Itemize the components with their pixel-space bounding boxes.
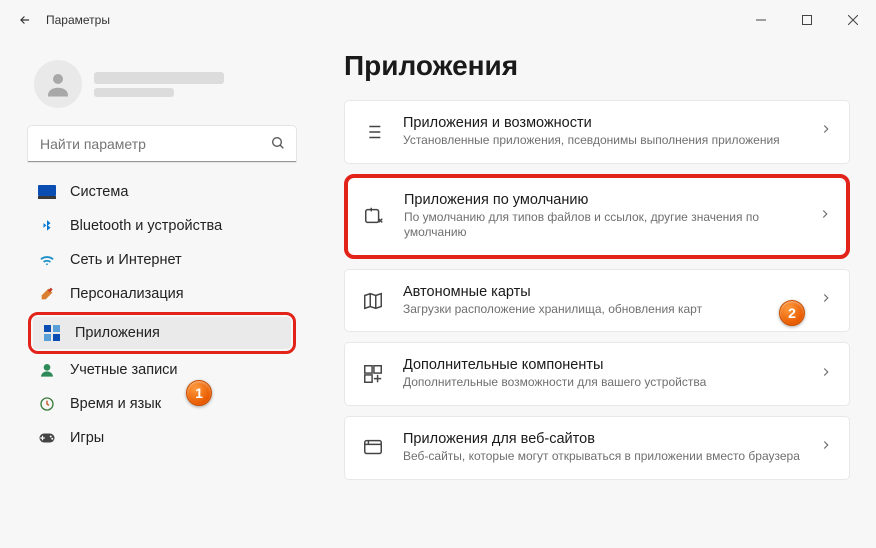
sidebar-item-label: Сеть и Интернет: [70, 252, 182, 268]
paintbrush-icon: [38, 286, 56, 302]
card-desc: По умолчанию для типов файлов и ссылок, …: [404, 210, 800, 241]
sidebar-item-time-language[interactable]: Время и язык: [28, 388, 296, 420]
sidebar-item-network[interactable]: Сеть и Интернет: [28, 244, 296, 276]
components-icon: [361, 363, 385, 385]
sidebar-item-label: Приложения: [75, 325, 160, 341]
user-email-redacted: [94, 88, 174, 97]
sidebar-item-label: Персонализация: [70, 286, 184, 302]
card-default-apps[interactable]: Приложения по умолчанию По умолчанию для…: [344, 174, 850, 259]
sidebar-item-games[interactable]: Игры: [28, 422, 296, 454]
accounts-icon: [38, 362, 56, 378]
sidebar-item-label: Игры: [70, 430, 104, 446]
window-controls: [738, 4, 876, 36]
sidebar-item-system[interactable]: Система: [28, 176, 296, 208]
chevron-right-icon: [819, 365, 833, 384]
sidebar-item-bluetooth[interactable]: Bluetooth и устройства: [28, 210, 296, 242]
back-icon[interactable]: [18, 13, 32, 27]
minimize-button[interactable]: [738, 4, 784, 36]
card-desc: Установленные приложения, псевдонимы вып…: [403, 133, 801, 149]
search-box[interactable]: [28, 126, 296, 162]
main-content: Приложения Приложения и возможности Уста…: [308, 40, 876, 548]
card-title: Приложения для веб-сайтов: [403, 431, 801, 447]
list-icon: [361, 121, 385, 143]
system-icon: [38, 185, 56, 199]
user-account-header[interactable]: [28, 50, 296, 126]
wifi-icon: [38, 253, 56, 267]
gamepad-icon: [38, 431, 56, 445]
maximize-button[interactable]: [784, 4, 830, 36]
card-optional-features[interactable]: Дополнительные компоненты Дополнительные…: [344, 342, 850, 406]
window-title: Параметры: [46, 13, 110, 27]
nav-list: Система Bluetooth и устройства Сеть и Ин…: [28, 176, 296, 310]
close-button[interactable]: [830, 4, 876, 36]
websites-icon: [361, 437, 385, 459]
annotation-badge-2: 2: [779, 300, 805, 326]
sidebar: Система Bluetooth и устройства Сеть и Ин…: [0, 40, 308, 548]
card-desc: Загрузки расположение хранилища, обновле…: [403, 302, 801, 318]
sidebar-item-personalization[interactable]: Персонализация: [28, 278, 296, 310]
sidebar-item-label: Время и язык: [70, 396, 161, 412]
titlebar: Параметры: [0, 0, 876, 40]
chevron-right-icon: [819, 291, 833, 310]
sidebar-item-label: Учетные записи: [70, 362, 178, 378]
time-icon: [38, 396, 56, 412]
page-title: Приложения: [344, 50, 850, 82]
card-apps-features[interactable]: Приложения и возможности Установленные п…: [344, 100, 850, 164]
bluetooth-icon: [38, 218, 56, 234]
sidebar-item-accounts[interactable]: Учетные записи: [28, 354, 296, 386]
search-icon: [270, 135, 286, 156]
settings-window: Параметры: [0, 0, 876, 548]
default-apps-icon: [362, 205, 386, 227]
card-title: Приложения и возможности: [403, 115, 801, 131]
user-name-redacted: [94, 72, 224, 84]
chevron-right-icon: [819, 438, 833, 457]
card-apps-for-websites[interactable]: Приложения для веб-сайтов Веб-сайты, кот…: [344, 416, 850, 480]
sidebar-item-apps[interactable]: Приложения: [33, 317, 291, 349]
card-offline-maps[interactable]: Автономные карты Загрузки расположение х…: [344, 269, 850, 333]
chevron-right-icon: [819, 122, 833, 141]
apps-icon: [43, 325, 61, 341]
card-desc: Дополнительные возможности для вашего ус…: [403, 375, 801, 391]
annotation-badge-1: 1: [186, 380, 212, 406]
avatar: [34, 60, 82, 108]
annotation-highlight-1: Приложения: [28, 312, 296, 354]
card-title: Автономные карты: [403, 284, 801, 300]
search-input[interactable]: [28, 126, 296, 162]
sidebar-item-label: Bluetooth и устройства: [70, 218, 222, 234]
sidebar-item-label: Система: [70, 184, 128, 200]
card-title: Приложения по умолчанию: [404, 192, 800, 208]
card-desc: Веб-сайты, которые могут открываться в п…: [403, 449, 801, 465]
card-title: Дополнительные компоненты: [403, 357, 801, 373]
chevron-right-icon: [818, 207, 832, 226]
map-icon: [361, 290, 385, 312]
